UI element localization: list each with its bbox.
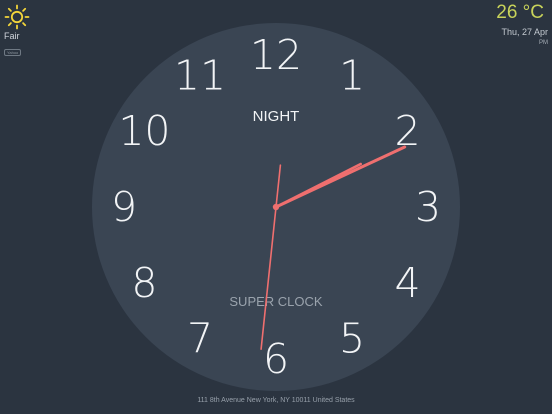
clock-screen: Fair Yahoo 26 °C Thu, 27 Apr PM 12 1 2 3 4 5 6… bbox=[0, 0, 552, 414]
clock-center-hub bbox=[272, 203, 280, 211]
clock-numeral-8: 8 bbox=[131, 259, 157, 307]
clock-numeral-11: 11 bbox=[174, 51, 226, 99]
clock-numeral-5: 5 bbox=[339, 315, 365, 363]
clock-mode-label: NIGHT bbox=[253, 108, 300, 125]
location-address: 111 8th Avenue New York, NY 10011 United… bbox=[197, 397, 355, 404]
clock-numeral-2: 2 bbox=[395, 107, 421, 155]
clock-numeral-1: 1 bbox=[339, 51, 365, 99]
analog-clock[interactable]: 12 12 3 45 6 78 9 1011 NIGHT SUPER CLOCK bbox=[0, 0, 552, 414]
clock-numeral-3: 3 bbox=[415, 183, 441, 231]
clock-numeral-9: 9 bbox=[111, 183, 137, 231]
clock-numeral-7: 7 bbox=[187, 315, 213, 363]
clock-numeral-4: 4 bbox=[395, 259, 421, 307]
clock-numeral-6: 6 bbox=[263, 335, 289, 383]
clock-brand-label: SUPER CLOCK bbox=[229, 294, 323, 309]
clock-numeral-10: 10 bbox=[118, 107, 170, 155]
clock-numeral-12: 12 bbox=[250, 31, 302, 79]
